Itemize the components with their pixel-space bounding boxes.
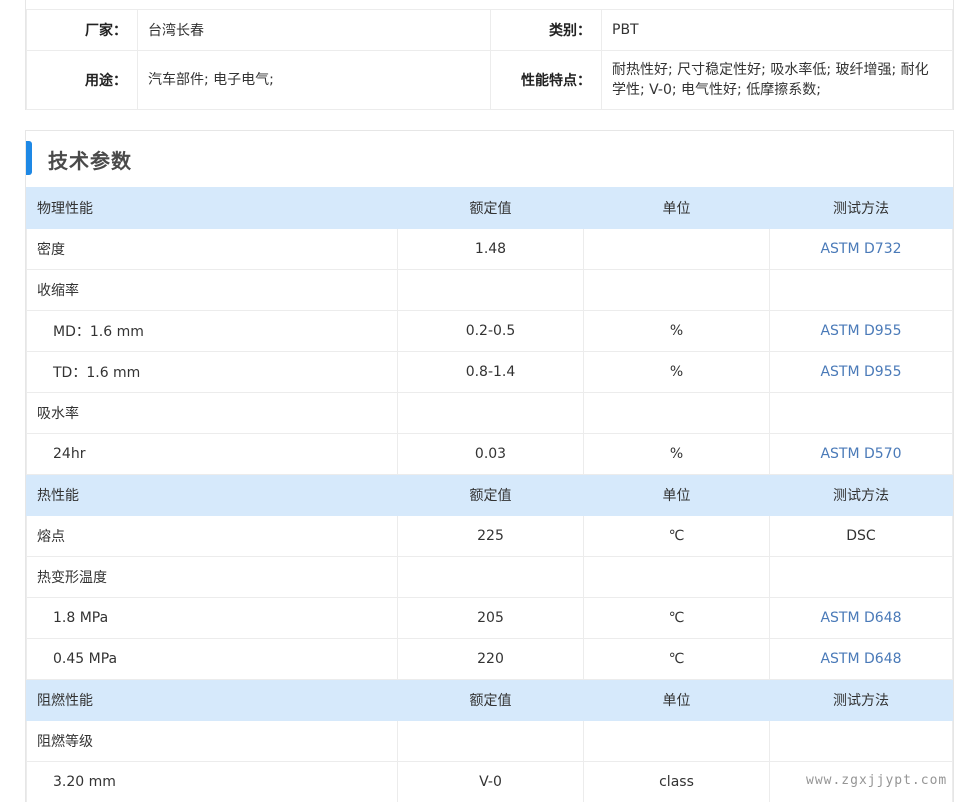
- test-method-link[interactable]: ASTM D648: [769, 638, 953, 680]
- features-label: 性能特点：: [490, 50, 602, 110]
- column-header-method: 测试方法: [769, 474, 953, 516]
- property-name: 阻燃等级: [26, 720, 398, 762]
- rated-value: 1.48: [397, 228, 584, 270]
- table-row: 1.8 MPa 205 ℃ ASTM D648: [26, 597, 953, 639]
- rated-value: V-0: [397, 761, 584, 802]
- product-info-card: 厂家： 台湾长春 类别： PBT 用途： 汽车部件; 电子电气; 性能特点： 耐…: [25, 0, 954, 110]
- group-header-row: 物理性能 额定值 单位 测试方法: [26, 187, 953, 229]
- test-method-link[interactable]: ASTM D955: [769, 310, 953, 352]
- table-row: 密度 1.48 ASTM D732: [26, 228, 953, 270]
- table-row: 0.45 MPa 220 ℃ ASTM D648: [26, 638, 953, 680]
- group-name: 热性能: [26, 474, 398, 516]
- usage-value: 汽车部件; 电子电气;: [137, 50, 491, 110]
- section-title: 技术参数: [48, 149, 132, 173]
- group-name: 阻燃性能: [26, 679, 398, 721]
- unit-value: class: [583, 761, 770, 802]
- property-name: 熔点: [26, 515, 398, 557]
- property-name: 密度: [26, 228, 398, 270]
- rated-value: [397, 720, 584, 762]
- rated-value: 0.2-0.5: [397, 310, 584, 352]
- unit-value: [583, 392, 770, 434]
- column-header-unit: 单位: [583, 679, 770, 721]
- property-name: 收缩率: [26, 269, 398, 311]
- property-name: MD：1.6 mm: [26, 310, 398, 352]
- group-header-row: 热性能 额定值 单位 测试方法: [26, 474, 953, 516]
- unit-value: [583, 556, 770, 598]
- rated-value: [397, 269, 584, 311]
- column-header-rated: 额定值: [397, 187, 584, 229]
- category-label: 类别：: [490, 10, 602, 51]
- property-name: 吸水率: [26, 392, 398, 434]
- property-name: 24hr: [26, 433, 398, 475]
- table-row: MD：1.6 mm 0.2-0.5% ASTM D955: [26, 310, 953, 352]
- table-row: 吸水率: [26, 392, 953, 434]
- unit-value: %: [583, 351, 770, 393]
- watermark: www.zgxjjypt.com: [806, 773, 948, 788]
- test-method-link[interactable]: ASTM D955: [769, 351, 953, 393]
- property-name: TD：1.6 mm: [26, 351, 398, 393]
- features-value: 耐热性好; 尺寸稳定性好; 吸水率低; 玻纤增强; 耐化学性; V-0; 电气性…: [601, 50, 953, 110]
- column-header-method: 测试方法: [769, 187, 953, 229]
- category-value: PBT: [601, 10, 953, 51]
- rated-value: 0.8-1.4: [397, 351, 584, 393]
- table-row: 阻燃等级: [26, 720, 953, 762]
- test-method: [769, 269, 953, 311]
- column-header-method: 测试方法: [769, 679, 953, 721]
- rated-value: [397, 392, 584, 434]
- manufacturer-label: 厂家：: [26, 10, 138, 51]
- unit-value: ℃: [583, 515, 770, 557]
- info-top-strip: [26, 0, 953, 10]
- rated-value: [397, 556, 584, 598]
- property-name: 0.45 MPa: [26, 638, 398, 680]
- table-row: 熔点 225 ℃ DSC: [26, 515, 953, 557]
- rated-value: 225: [397, 515, 584, 557]
- rated-value: 0.03: [397, 433, 584, 475]
- unit-value: [583, 720, 770, 762]
- table-row: 24hr 0.03% ASTM D570: [26, 433, 953, 475]
- test-method: [769, 556, 953, 598]
- column-header-unit: 单位: [583, 474, 770, 516]
- table-row: TD：1.6 mm 0.8-1.4% ASTM D955: [26, 351, 953, 393]
- test-method: [769, 720, 953, 762]
- test-method: DSC: [769, 515, 953, 557]
- test-method-link[interactable]: ASTM D648: [769, 597, 953, 639]
- column-header-rated: 额定值: [397, 679, 584, 721]
- unit-value: ℃: [583, 597, 770, 639]
- property-name: 3.20 mm: [26, 761, 398, 802]
- unit-value: [583, 269, 770, 311]
- test-method: [769, 392, 953, 434]
- property-name: 1.8 MPa: [26, 597, 398, 639]
- unit-value: %: [583, 433, 770, 475]
- group-name: 物理性能: [26, 187, 398, 229]
- table-row: 热变形温度: [26, 556, 953, 598]
- rated-value: 220: [397, 638, 584, 680]
- section-accent-bar: [26, 141, 32, 175]
- group-header-row: 阻燃性能 额定值 单位 测试方法: [26, 679, 953, 721]
- column-header-unit: 单位: [583, 187, 770, 229]
- manufacturer-value: 台湾长春: [137, 10, 491, 51]
- section-header: 技术参数: [26, 131, 953, 187]
- test-method-link[interactable]: ASTM D732: [769, 228, 953, 270]
- property-name: 热变形温度: [26, 556, 398, 598]
- product-info-table: 厂家： 台湾长春 类别： PBT 用途： 汽车部件; 电子电气; 性能特点： 耐…: [26, 10, 953, 110]
- unit-value: ℃: [583, 638, 770, 680]
- tech-params-table: 物理性能 额定值 单位 测试方法 密度 1.48 ASTM D732 收缩率 MD：1.6 mm…: [26, 187, 953, 802]
- table-row: 收缩率: [26, 269, 953, 311]
- column-header-rated: 额定值: [397, 474, 584, 516]
- usage-label: 用途：: [26, 50, 138, 110]
- tech-params-card: 技术参数 物理性能 额定值 单位 测试方法 密度 1.48 ASTM D732 收缩率 MD：1…: [25, 130, 954, 802]
- unit-value: %: [583, 310, 770, 352]
- rated-value: 205: [397, 597, 584, 639]
- unit-value: [583, 228, 770, 270]
- test-method-link[interactable]: ASTM D570: [769, 433, 953, 475]
